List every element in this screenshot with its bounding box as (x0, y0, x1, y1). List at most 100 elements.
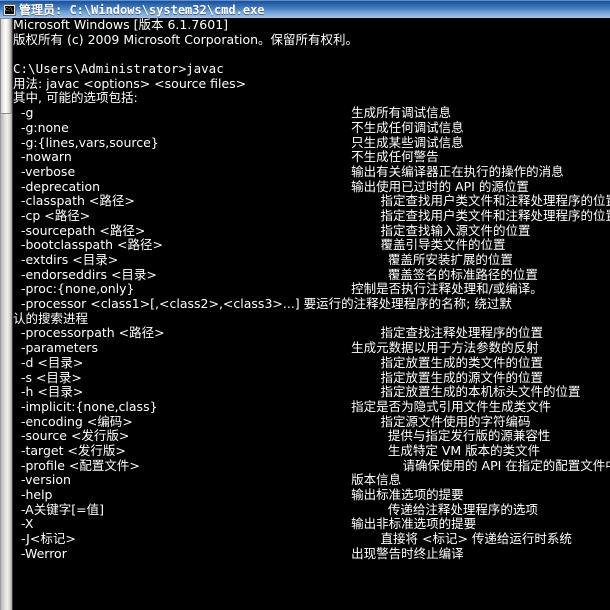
console-option-description: 认的搜索进程 (13, 311, 89, 326)
console-window-icon (3, 3, 16, 16)
console-option-description: 输出非标准选项的提要 (351, 517, 477, 532)
console-options-intro: 其中, 可能的选项包括: (13, 91, 610, 106)
console-option-description: 只生成某些调试信息 (351, 135, 464, 150)
console-option-line: -classpath <路径> 指定查找用户类文件和注释处理程序的位置 (13, 194, 610, 209)
console-option-line: -endorseddirs <目录> 覆盖签名的标准路径的位置 (13, 268, 610, 283)
console-option-description: 指定查找输入源文件的位置 (380, 223, 531, 238)
console-option-line: -deprecation 输出使用已过时的 API 的源位置 (13, 180, 610, 195)
console-option-line: -target <发行版> 生成特定 VM 版本的类文件 (13, 444, 610, 459)
console-option-flag: -processor <class1>[,<class2>,<class3>..… (13, 297, 300, 312)
console-option-flag: -target <发行版> (13, 443, 126, 458)
console-option-description: 输出使用已过时的 API 的源位置 (351, 179, 529, 194)
console-header-line: Microsoft Windows [版本 6.1.7601] (13, 18, 610, 33)
console-option-line: -parameters 生成元数据以用于方法参数的反射 (13, 341, 610, 356)
console-option-description: 覆盖所安装扩展的位置 (387, 253, 513, 267)
console-option-line: -bootclasspath <路径> 覆盖引导类文件的位置 (13, 238, 610, 253)
console-option-description: 直接将 <标记> 传递给运行时系统 (380, 532, 572, 547)
console-option-line: -help 输出标准选项的提要 (13, 488, 610, 503)
vertical-scrollbar[interactable] (0, 18, 13, 610)
console-option-description: 指定源文件使用的字符编码 (380, 414, 531, 429)
console-option-line: -verbose 输出有关编译器正在执行的操作的消息 (13, 165, 610, 180)
console-prompt-line: C:\Users\Administrator>javac (13, 62, 610, 77)
console-option-flag: -A关键字[=值] (13, 502, 104, 517)
console-option-line: -Werror 出现警告时终止编译 (13, 547, 610, 562)
console-line-text: 用法: javac <options> <source files> (13, 76, 247, 91)
console-option-line: -sourcepath <路径> 指定查找输入源文件的位置 (13, 224, 610, 239)
console-option-flag: -classpath <路径> (13, 194, 135, 209)
console-option-flag: -nowarn (13, 150, 72, 165)
console-option-description: 生成特定 VM 版本的类文件 (387, 443, 541, 458)
console-option-line: -s <目录> 指定放置生成的源文件的位置 (13, 371, 610, 386)
console-option-line: -X 输出非标准选项的提要 (13, 517, 610, 532)
console-option-description: 指定查找注释处理程序的位置 (380, 326, 544, 341)
console-option-description: 指定查找用户类文件和注释处理程序的位置 (380, 194, 610, 209)
console-option-line: -processor <class1>[,<class2>,<class3>..… (13, 297, 610, 312)
console-option-flag: -help (13, 488, 53, 502)
console-option-line: 认的搜索进程 (13, 312, 610, 327)
console-option-line: -g:none 不生成任何调试信息 (13, 121, 610, 136)
console-prompt: C:\Users\Administrator> (13, 62, 187, 77)
console-option-line: -g:{lines,vars,source} 只生成某些调试信息 (13, 136, 610, 151)
console-option-flag: -sourcepath <路径> (13, 223, 146, 238)
console-option-flag: -s <目录> (13, 370, 82, 385)
console-option-line: -proc:{none,only} 控制是否执行注释处理和/或编译。 (13, 282, 610, 297)
console-option-description: 提供与指定发行版的源兼容性 (387, 429, 551, 444)
console-option-description: 指定是否为隐式引用文件生成类文件 (351, 399, 552, 414)
console-option-flag: -extdirs <目录> (13, 253, 119, 267)
console-option-flag: -cp <路径> (13, 208, 91, 223)
console-option-flag: -J<标记> (13, 532, 76, 547)
console-option-flag: -version (13, 473, 71, 488)
console-option-flag: -parameters (13, 341, 98, 356)
console-option-flag: -encoding <编码> (13, 414, 133, 429)
console-option-description: 请确保使用的 API 在指定的配置文件中可用 (402, 458, 610, 473)
console-option-description: 覆盖签名的标准路径的位置 (387, 267, 538, 282)
console-command: javac (186, 62, 224, 77)
console-option-description: 指定放置生成的源文件的位置 (380, 370, 544, 385)
console-line-text (13, 47, 17, 61)
console-option-flag: -d <目录> (13, 355, 84, 370)
console-option-description: 输出有关编译器正在执行的操作的消息 (351, 164, 564, 179)
console-option-description: 覆盖引导类文件的位置 (380, 238, 506, 253)
console-option-flag: -implicit:{none,class} (13, 399, 158, 414)
console-option-description: 要运行的注释处理程序的名称; 绕过默 (303, 297, 512, 312)
console-option-description: 不生成任何警告 (351, 150, 439, 165)
window-title-bar[interactable]: 管理员: C:\Windows\system32\cmd.exe (0, 0, 610, 18)
console-option-description: 控制是否执行注释处理和/或编译。 (351, 282, 543, 297)
console-option-line: -J<标记> 直接将 <标记> 传递给运行时系统 (13, 532, 610, 547)
console-option-line: -h <目录> 指定放置生成的本机标头文件的位置 (13, 385, 610, 400)
console-option-description: 输出标准选项的提要 (351, 488, 464, 502)
scrollbar-thumb[interactable] (0, 18, 12, 114)
console-option-flag: -proc:{none,only} (13, 282, 135, 297)
console-option-description: 指定放置生成的类文件的位置 (380, 355, 544, 370)
window-title-text: 管理员: C:\Windows\system32\cmd.exe (19, 2, 265, 17)
console-blank-line (13, 47, 610, 62)
console-window: 管理员: C:\Windows\system32\cmd.exe Microso… (0, 0, 610, 610)
console-option-line: -encoding <编码> 指定源文件使用的字符编码 (13, 415, 610, 430)
console-option-description: 生成元数据以用于方法参数的反射 (351, 341, 539, 356)
console-option-description: 指定查找用户类文件和注释处理程序的位置 (380, 208, 610, 223)
console-text-output[interactable]: Microsoft Windows [版本 6.1.7601] 版权所有 (c) … (13, 18, 610, 610)
console-option-flag: -g (13, 106, 34, 121)
console-option-flag: -deprecation (13, 179, 101, 194)
console-option-description: 生成所有调试信息 (351, 106, 452, 121)
console-option-flag: -Werror (13, 546, 67, 561)
console-line-text: 其中, 可能的选项包括: (13, 91, 138, 106)
console-option-line: -implicit:{none,class} 指定是否为隐式引用文件生成类文件 (13, 400, 610, 415)
console-option-flag: -verbose (13, 164, 76, 179)
console-option-line: -processorpath <路径> 指定查找注释处理程序的位置 (13, 326, 610, 341)
console-option-flag: -processorpath <路径> (13, 326, 165, 341)
console-option-line: -cp <路径> 指定查找用户类文件和注释处理程序的位置 (13, 209, 610, 224)
console-option-description: 传递给注释处理程序的选项 (387, 502, 538, 517)
console-option-flag: -endorseddirs <目录> (13, 267, 157, 282)
console-line-text: Microsoft Windows [版本 6.1.7601] (13, 18, 229, 32)
console-option-description: 出现警告时终止编译 (351, 546, 464, 561)
console-option-flag: -source <发行版> (13, 429, 130, 444)
console-client-area: Microsoft Windows [版本 6.1.7601] 版权所有 (c) … (0, 18, 610, 610)
console-option-line: -g 生成所有调试信息 (13, 106, 610, 121)
console-header-line: 版权所有 (c) 2009 Microsoft Corporation。保留所有… (13, 33, 610, 48)
console-option-line: -d <目录> 指定放置生成的类文件的位置 (13, 356, 610, 371)
console-usage-line: 用法: javac <options> <source files> (13, 77, 610, 92)
console-option-line: -profile <配置文件> 请确保使用的 API 在指定的配置文件中可用 (13, 459, 610, 474)
console-option-description: 指定放置生成的本机标头文件的位置 (380, 385, 581, 400)
console-option-description: 版本信息 (351, 473, 402, 488)
